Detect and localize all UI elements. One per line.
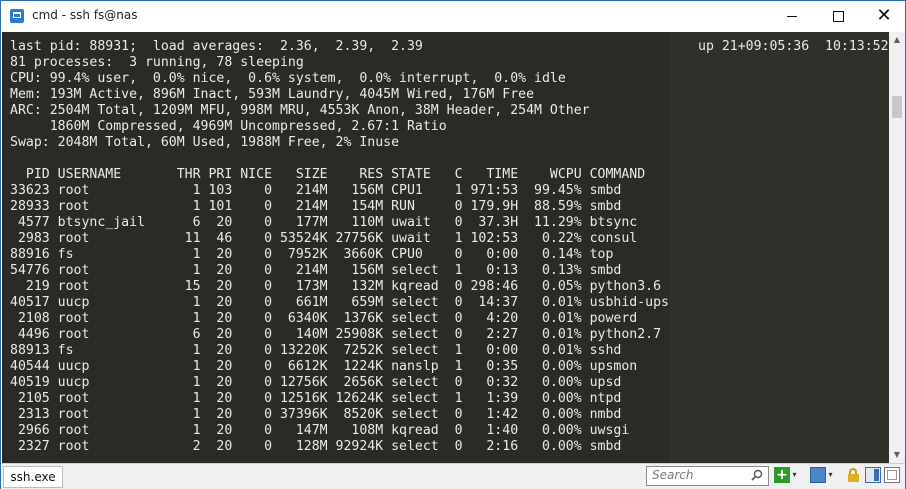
tab-ssh[interactable]: ssh.exe — [3, 466, 63, 488]
uptime-clock: up 21+09:05:36 10:13:52 — [698, 39, 889, 54]
console-icon[interactable] — [10, 9, 24, 23]
scroll-up-icon[interactable]: ▲ — [889, 32, 905, 48]
window-menu-dropdown-icon[interactable]: ▾ — [827, 467, 834, 483]
terminal-area[interactable]: last pid: 88931; load averages: 2.36, 2.… — [2, 32, 889, 463]
console-window: cmd - ssh fs@nas ✕ last pid: 88931; load… — [0, 0, 906, 489]
minimize-icon — [787, 16, 797, 17]
minimize-button[interactable] — [769, 1, 815, 31]
window-menu-icon[interactable] — [810, 467, 826, 483]
status-bar: ssh.exe Search + ▾ ▾ — [1, 463, 905, 489]
maximize-icon — [832, 11, 844, 22]
background-shade — [669, 32, 889, 463]
lock-icon[interactable] — [846, 467, 862, 483]
top-output: last pid: 88931; load averages: 2.36, 2.… — [10, 39, 669, 454]
search-icon[interactable] — [751, 469, 763, 481]
new-console-button[interactable]: + — [774, 467, 790, 483]
search-input[interactable]: Search — [646, 466, 769, 486]
close-icon: ✕ — [876, 5, 892, 26]
split-pane-icon[interactable] — [865, 467, 881, 483]
scroll-thumb[interactable] — [892, 96, 902, 118]
maximize-pane-icon[interactable] — [884, 467, 900, 483]
close-button[interactable]: ✕ — [861, 1, 906, 31]
new-console-dropdown-icon[interactable]: ▾ — [791, 467, 798, 483]
title-bar[interactable]: cmd - ssh fs@nas ✕ — [1, 1, 905, 32]
scroll-down-icon[interactable]: ▼ — [889, 447, 905, 463]
window-title: cmd - ssh fs@nas — [32, 8, 138, 22]
maximize-button[interactable] — [815, 1, 861, 31]
vertical-scrollbar[interactable]: ▲ ▼ — [889, 32, 905, 463]
search-placeholder: Search — [652, 468, 694, 482]
